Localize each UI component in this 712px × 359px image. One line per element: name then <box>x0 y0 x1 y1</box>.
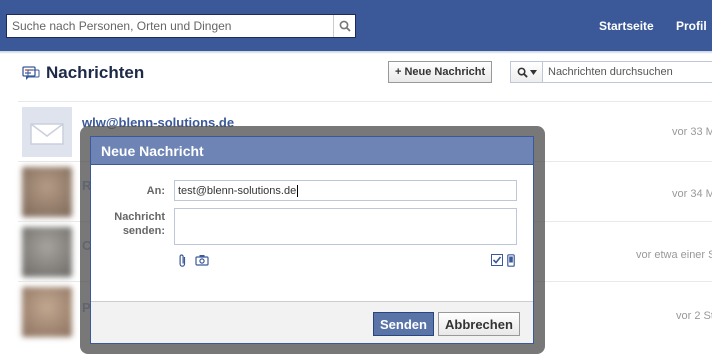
search-filter-dropdown[interactable] <box>511 62 543 82</box>
to-value: test@blenn-solutions.de <box>178 184 297 197</box>
search-icon <box>339 20 351 32</box>
mobile-phone-icon <box>507 254 515 267</box>
new-message-button[interactable]: + Neue Nachricht <box>388 61 493 83</box>
attach-photo-button[interactable] <box>195 254 209 266</box>
avatar <box>22 227 72 277</box>
top-bar-shadow <box>0 51 712 54</box>
checkbox-icon <box>491 254 503 266</box>
message-label-line1: Nachricht <box>114 211 165 223</box>
top-bar: Startseite Profil <box>0 0 712 51</box>
attach-file-button[interactable] <box>178 254 187 267</box>
send-button[interactable]: Senden <box>373 312 434 336</box>
avatar <box>22 287 72 337</box>
enter-to-send-toggle[interactable] <box>491 254 503 266</box>
cancel-button[interactable]: Abbrechen <box>438 312 520 336</box>
text-caret <box>297 184 299 197</box>
dialog-title: Neue Nachricht <box>91 137 533 165</box>
to-label: An: <box>146 185 165 197</box>
camera-icon <box>195 255 209 266</box>
thread-time: vor etwa einer S <box>636 249 712 261</box>
thread-time: vor 33 M <box>672 126 712 138</box>
avatar <box>22 167 72 217</box>
nav-startseite[interactable]: Startseite <box>599 19 654 33</box>
thread-time: vor 34 M <box>672 188 712 200</box>
message-search[interactable] <box>510 61 712 83</box>
nav-profil[interactable]: Profil <box>676 19 707 33</box>
message-label-line2: senden: <box>122 225 165 237</box>
chevron-down-icon <box>529 69 537 75</box>
search-icon <box>517 67 528 78</box>
avatar <box>22 107 72 157</box>
message-body-field[interactable] <box>174 208 517 245</box>
paperclip-icon <box>179 254 186 267</box>
global-search-input[interactable] <box>7 15 333 37</box>
page-title: Nachrichten <box>22 63 144 83</box>
envelope-icon <box>30 123 64 145</box>
message-search-input[interactable] <box>543 62 712 82</box>
dialog-footer: Senden Abbrechen <box>91 301 533 343</box>
to-field[interactable]: test@blenn-solutions.de <box>174 180 517 201</box>
messages-icon <box>22 66 40 80</box>
search-button[interactable] <box>333 15 355 37</box>
message-label: Nachricht senden: <box>97 210 165 238</box>
global-search[interactable] <box>6 14 356 38</box>
page-title-text: Nachrichten <box>46 63 145 82</box>
new-message-dialog: Neue Nachricht An: test@blenn-solutions.… <box>90 136 534 344</box>
thread-time: vor 2 St <box>676 310 712 322</box>
mobile-button[interactable] <box>507 254 515 267</box>
